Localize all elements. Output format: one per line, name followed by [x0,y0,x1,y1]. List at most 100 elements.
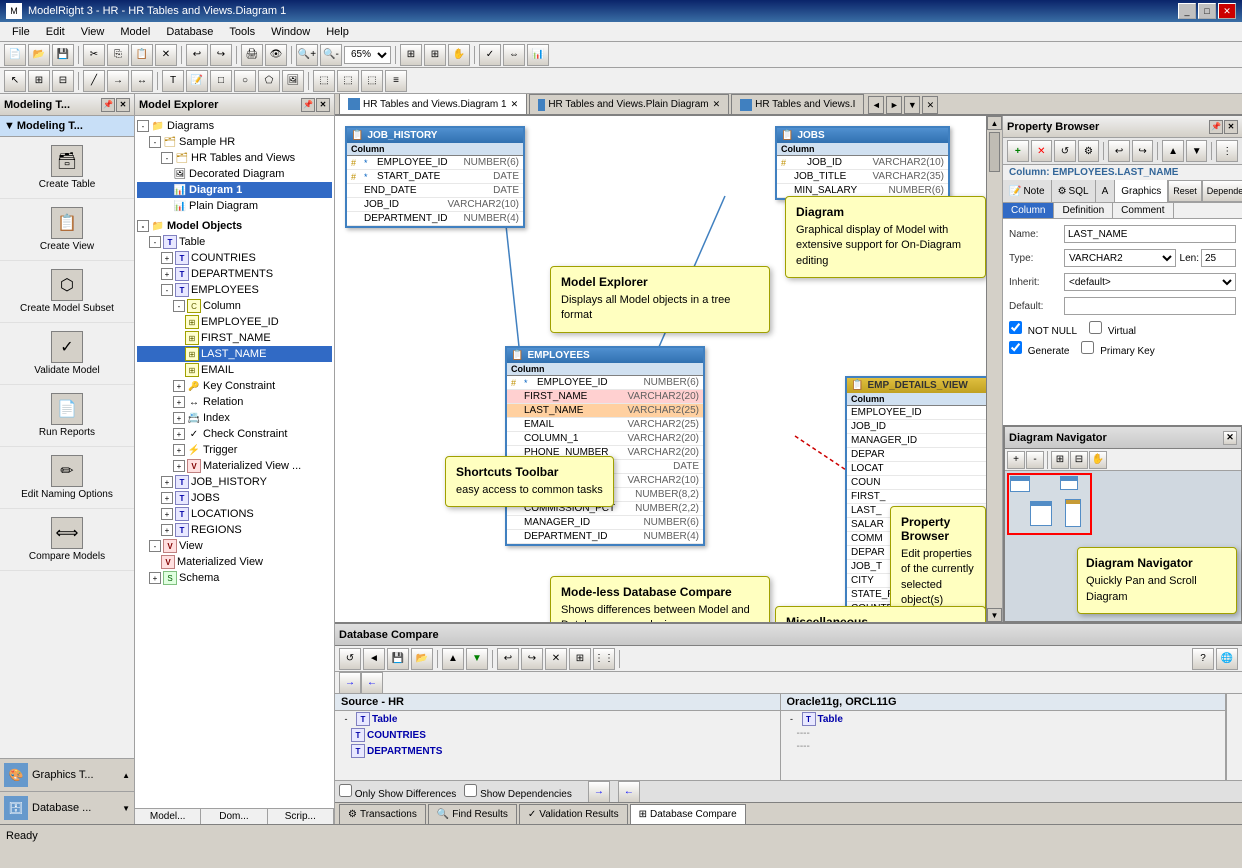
tree-index[interactable]: + 📇 Index [137,410,332,426]
dbc-back-btn[interactable]: ◄ [363,648,385,670]
tab-i[interactable]: HR Tables and Views.I [731,94,864,114]
tree-employees[interactable]: - T EMPLOYEES [137,282,332,298]
tree-last-name[interactable]: ⊞ LAST_NAME [137,346,332,362]
pb-redo-btn[interactable]: ↪ [1132,140,1154,162]
tab-diagram1-close[interactable]: ✕ [511,99,519,110]
jh-row-4[interactable]: DEPARTMENT_ID NUMBER(4) [347,212,523,226]
expand-check-icon[interactable]: + [173,428,185,440]
tree-first-name[interactable]: ⊞ FIRST_NAME [137,330,332,346]
tab-plain-close[interactable]: ✕ [713,99,721,110]
menu-model[interactable]: Model [112,24,158,40]
pb-settings-btn[interactable]: ⚙ [1078,140,1100,162]
expand-schema-icon[interactable]: + [149,572,161,584]
minimize-btn[interactable]: _ [1178,3,1196,19]
menu-file[interactable]: File [4,24,38,40]
database-toolbar-shortcut[interactable]: 🗄 Database ... ▼ [0,791,134,824]
tree-departments[interactable]: + T DEPARTMENTS [137,266,332,282]
jh-row-2[interactable]: END_DATE DATE [347,184,523,198]
dbc-only-diff-checkbox[interactable] [339,784,352,797]
tree-materialized-view[interactable]: V Materialized View [137,554,332,570]
dbc-footer-right-btn[interactable]: → [588,781,610,803]
status-tab-find[interactable]: 🔍 Find Results [428,804,517,824]
pb-undo-btn[interactable]: ↩ [1108,140,1130,162]
pb-subtab-comment[interactable]: Comment [1113,203,1173,218]
tab-close-all-btn[interactable]: ✕ [922,96,938,114]
edv-row-5[interactable]: COUN [847,476,986,490]
jh-row-3[interactable]: JOB_ID VARCHAR2(10) [347,198,523,212]
jh-row-1[interactable]: # * START_DATE DATE [347,170,523,184]
dbc-nav-btn[interactable]: 🌐 [1216,648,1238,670]
table-employees[interactable]: 📋 EMPLOYEES Column # * EMPLOYEE_ID NUMBE… [505,346,705,546]
pb-default-input[interactable] [1064,297,1236,315]
diagram-vscroll[interactable]: ▲ ▼ [986,116,1002,622]
cut-btn[interactable]: ✂ [83,44,105,66]
expand-view-icon[interactable]: - [149,540,161,552]
status-tab-transactions[interactable]: ⚙ Transactions [339,804,426,824]
pb-virtual-checkbox[interactable] [1089,321,1102,334]
shortcut-create-model-subset[interactable]: ⬡ Create Model Subset [0,261,134,323]
arrow-btn[interactable]: → [107,70,129,92]
expand-jobs-icon[interactable]: + [161,492,173,504]
expand-matview-icon[interactable]: + [173,460,185,472]
tree-email[interactable]: ⊞ EMAIL [137,362,332,378]
compare-btn[interactable]: ⇔ [503,44,525,66]
fit-btn[interactable]: ⊞ [400,44,422,66]
expand-regions-icon[interactable]: + [161,524,173,536]
tree-sample-hr[interactable]: - 🗂 Sample HR [137,134,332,150]
dbc-target-row-1[interactable]: ---- [781,740,1226,753]
dn-pan-btn[interactable]: ✋ [1089,451,1107,469]
tab-plain[interactable]: HR Tables and Views.Plain Diagram ✕ [529,94,729,114]
dbc-show-deps-checkbox[interactable] [464,784,477,797]
pb-refresh-btn[interactable]: ↺ [1054,140,1076,162]
dbc-source-countries[interactable]: T COUNTRIES [335,727,780,743]
pb-name-input[interactable] [1064,225,1236,243]
me-tab-script[interactable]: Scrip... [268,809,334,824]
emp-row-0[interactable]: # * EMPLOYEE_ID NUMBER(6) [507,376,703,390]
pb-primary-key-checkbox[interactable] [1081,341,1094,354]
view-tool-btn[interactable]: ⊟ [52,70,74,92]
status-tab-validation[interactable]: ✓ Validation Results [519,804,628,824]
pb-tab-note[interactable]: 📝 Note [1003,180,1052,202]
rel-btn[interactable]: ↔ [131,70,153,92]
edv-row-4[interactable]: LOCAT [847,462,986,476]
dn-zoom-in-btn[interactable]: + [1007,451,1025,469]
dbc-save-btn[interactable]: 💾 [387,648,409,670]
dbc-help-btn[interactable]: ? [1192,648,1214,670]
dbc-scroll[interactable] [1226,694,1242,780]
shortcut-edit-naming[interactable]: ✏ Edit Naming Options [0,447,134,509]
expand-key-icon[interactable]: + [173,380,185,392]
text-btn[interactable]: T [162,70,184,92]
line-btn[interactable]: ╱ [83,70,105,92]
dbc-source-table-group[interactable]: - T Table [335,711,780,727]
expand-departments-icon[interactable]: + [161,268,173,280]
dbc-footer-left-btn[interactable]: ← [618,781,640,803]
expand-trigger-icon[interactable]: + [173,444,185,456]
tree-jobs[interactable]: + T JOBS [137,490,332,506]
dbc-refresh-btn[interactable]: ↺ [339,648,361,670]
vscroll-down-btn[interactable]: ▼ [987,608,1002,622]
pb-tab-graphics[interactable]: Graphics [1115,180,1168,202]
pb-reset-btn[interactable]: Reset [1168,180,1202,202]
align-right-btn[interactable]: ⬚ [337,70,359,92]
tree-decorated[interactable]: 🖼 Decorated Diagram [137,166,332,182]
shortcuts-group-modeling[interactable]: ▼ Modeling T... [0,116,134,137]
edv-row-2[interactable]: MANAGER_ID [847,434,986,448]
tree-employee-id[interactable]: ⊞ EMPLOYEE_ID [137,314,332,330]
pb-more-btn[interactable]: ⋮ [1216,140,1238,162]
dn-zoom-out-btn[interactable]: - [1026,451,1044,469]
pb-subtab-definition[interactable]: Definition [1054,203,1113,218]
paste-btn[interactable]: 📋 [131,44,153,66]
edv-row-1[interactable]: JOB_ID [847,420,986,434]
emp-row-10[interactable]: MANAGER_ID NUMBER(6) [507,516,703,530]
tab-next-btn[interactable]: ► [886,96,902,114]
menu-window[interactable]: Window [263,24,318,40]
expand-diagrams-icon[interactable]: - [137,120,149,132]
tree-table-group[interactable]: - T Table [137,234,332,250]
dbc-cols-btn[interactable]: ⋮⋮ [593,648,615,670]
print-btn[interactable]: 🖨 [241,44,263,66]
nav-viewport[interactable] [1007,473,1092,535]
zoom-select[interactable]: 65% [344,46,391,64]
vscroll-up-btn[interactable]: ▲ [987,116,1002,130]
menu-edit[interactable]: Edit [38,24,73,40]
shortcut-create-view[interactable]: 📋 Create View [0,199,134,261]
